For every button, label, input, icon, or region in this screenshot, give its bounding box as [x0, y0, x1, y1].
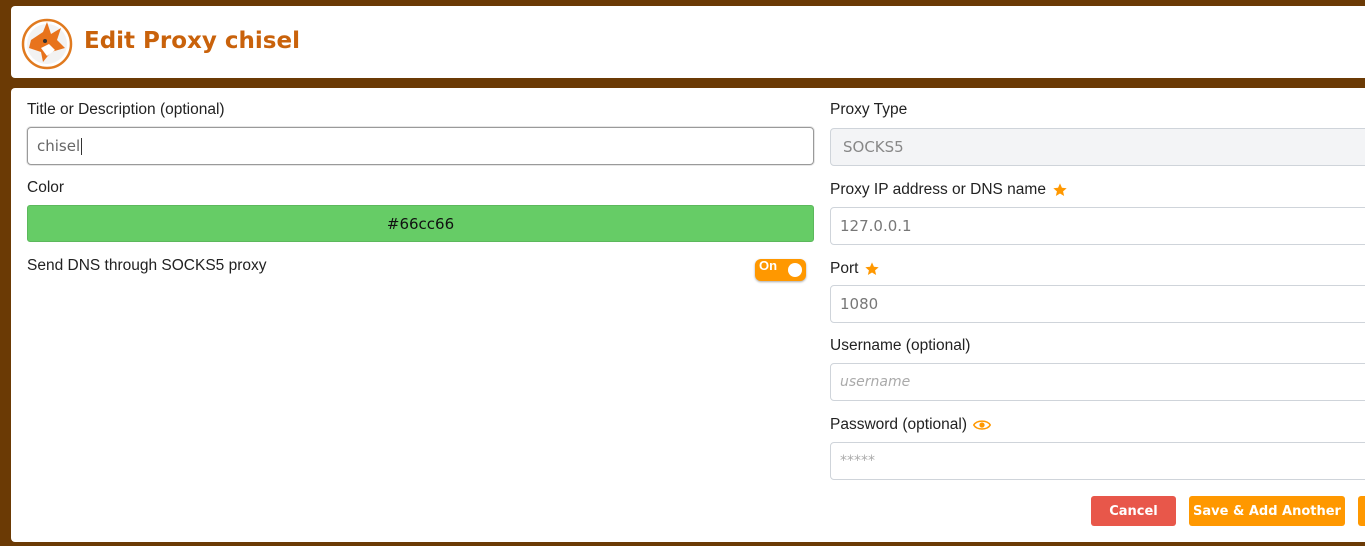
save-add-another-button[interactable]: Save & Add Another — [1189, 496, 1345, 526]
save-button[interactable] — [1358, 496, 1365, 526]
eye-icon[interactable] — [972, 418, 991, 432]
password-label: Password (optional) — [830, 416, 991, 434]
color-value: #66cc66 — [386, 214, 455, 233]
page-title: Edit Proxy chisel — [84, 28, 300, 54]
title-input[interactable]: chisel — [27, 127, 814, 165]
toggle-knob — [788, 263, 802, 277]
port-value: 1080 — [840, 295, 879, 313]
proxy-type-value: SOCKS5 — [843, 138, 904, 156]
username-placeholder: username — [840, 374, 911, 390]
foxyproxy-logo-icon — [21, 18, 73, 70]
color-label: Color — [27, 179, 65, 196]
color-picker[interactable]: #66cc66 — [27, 205, 814, 242]
password-input[interactable]: ***** — [830, 442, 1365, 480]
port-label-text: Port — [830, 260, 859, 277]
cancel-button[interactable]: Cancel — [1091, 496, 1176, 526]
username-input[interactable]: username — [830, 363, 1365, 401]
username-label: Username (optional) — [830, 337, 971, 354]
title-label: Title or Description (optional) — [27, 101, 225, 118]
dns-toggle[interactable]: On — [755, 258, 806, 281]
proxy-ip-label-text: Proxy IP address or DNS name — [830, 181, 1046, 198]
proxy-ip-label: Proxy IP address or DNS name — [830, 181, 1068, 199]
star-icon — [865, 262, 880, 275]
title-input-value: chisel — [37, 137, 81, 155]
edit-proxy-form: Title or Description (optional) chisel C… — [11, 88, 1365, 542]
port-input[interactable]: 1080 — [830, 285, 1365, 323]
star-icon — [1053, 183, 1067, 196]
text-caret — [81, 137, 83, 155]
proxy-ip-value: 127.0.0.1 — [840, 217, 912, 235]
password-placeholder: ***** — [840, 453, 875, 469]
password-label-text: Password (optional) — [830, 416, 967, 433]
header-bar: Edit Proxy chisel — [11, 6, 1365, 78]
proxy-ip-input[interactable]: 127.0.0.1 — [830, 207, 1365, 245]
proxy-type-label: Proxy Type — [830, 101, 908, 118]
port-label: Port — [830, 260, 880, 278]
dns-label: Send DNS through SOCKS5 proxy — [27, 257, 267, 274]
dns-toggle-state: On — [759, 258, 778, 273]
proxy-type-select[interactable]: SOCKS5 — [830, 128, 1365, 166]
